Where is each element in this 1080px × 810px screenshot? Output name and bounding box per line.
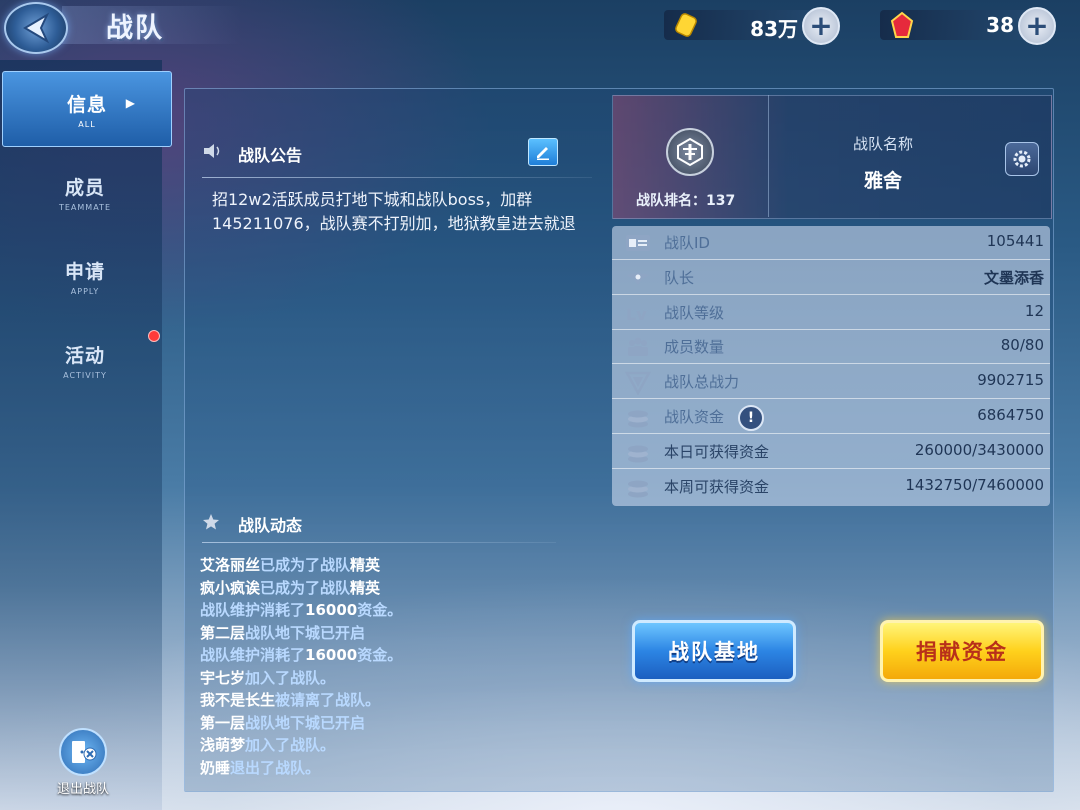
team-stat-label: 队长 xyxy=(664,268,695,287)
activity-entry: 奶睡退出了战队。 xyxy=(200,758,321,777)
team-stat-row: Lv 战队等级 12 xyxy=(612,296,1050,330)
team-stat-label: 本日可获得资金 xyxy=(664,442,770,461)
play-arrow-icon: ▶ xyxy=(125,96,135,110)
power-icon xyxy=(624,371,652,396)
add-gold-button[interactable]: + xyxy=(802,7,840,45)
notice-divider xyxy=(202,177,592,178)
activity-log: 艾洛丽丝已成为了战队精英 疯小疯诶已成为了战队精英 战队维护消耗了16000资金… xyxy=(200,554,590,779)
tab-apply-label: 申请 xyxy=(64,261,105,283)
red-gem-icon xyxy=(890,11,914,38)
team-stat-value: 105441 xyxy=(986,232,1044,250)
team-name-label: 战队名称 xyxy=(852,135,913,153)
team-stat-label: 本周可获得资金 xyxy=(664,477,770,496)
card-divider xyxy=(768,95,769,217)
donate-funds-button[interactable]: 捐献资金 xyxy=(880,620,1044,682)
members-icon xyxy=(628,337,648,357)
back-button[interactable] xyxy=(4,2,68,54)
activity-entry: 浅萌梦加入了战队。 xyxy=(200,736,336,754)
coins-icon xyxy=(628,445,648,463)
tab-teammate-sublabel: TEAMMATE xyxy=(58,203,111,212)
exit-door-icon xyxy=(59,728,107,776)
activity-divider xyxy=(202,542,556,543)
team-stat-row: 队长 文墨添香 xyxy=(612,261,1050,295)
team-stat-label: 战队总战力 xyxy=(664,373,740,392)
gem-counter: 38 + xyxy=(880,7,1056,45)
team-rank: 战队排名：137 xyxy=(636,190,735,210)
notice-heading: 战队公告 xyxy=(238,146,303,165)
team-stat-row: 本周可获得资金 1432750/7460000 xyxy=(612,470,1050,504)
edit-notice-button[interactable] xyxy=(528,138,558,166)
exit-team-label: 退出战队 xyxy=(56,782,109,797)
exit-team-button[interactable]: 退出战队 xyxy=(48,728,118,797)
gold-counter: 83万 + xyxy=(664,7,840,45)
team-stat-value: 80/80 xyxy=(1000,336,1044,355)
team-rank-value: 137 xyxy=(706,193,736,209)
gear-icon xyxy=(1013,150,1031,168)
team-emblem-icon xyxy=(666,128,714,176)
team-stat-label: 战队资金 xyxy=(664,408,725,426)
team-stat-value: 6864750 xyxy=(977,406,1044,424)
tab-teammate[interactable]: 成员 TEAMMATE xyxy=(0,155,170,229)
tab-apply[interactable]: 申请 APPLY xyxy=(0,239,170,313)
team-name-value: 雅舍 xyxy=(863,170,902,192)
team-stat-value: 文墨添香 xyxy=(983,268,1044,287)
team-stat-label: 战队等级 xyxy=(664,303,725,322)
activity-entry: 战队维护消耗了16000资金。 xyxy=(200,646,403,664)
team-stat-row: 成员数量 80/80 xyxy=(612,330,1050,365)
pencil-icon xyxy=(537,147,549,160)
activity-entry: 艾洛丽丝已成为了战队精英 xyxy=(200,556,381,574)
team-stat-value: 260000/3430000 xyxy=(914,440,1044,459)
activity-entry: 疯小疯诶已成为了战队精英 xyxy=(200,578,381,597)
level-icon: Lv xyxy=(626,305,647,324)
team-stat-value: 9902715 xyxy=(977,371,1044,390)
star-icon xyxy=(203,514,219,530)
tab-activity[interactable]: 活动 ACTIVITY xyxy=(0,323,170,397)
captain-wings-icon xyxy=(626,272,650,285)
notice-text: 招12w2活跃成员打地下城和战队boss，加群145211076，战队赛不打别加… xyxy=(212,190,576,233)
notification-dot xyxy=(148,330,160,342)
activity-entry: 我不是长生被请离了战队。 xyxy=(200,691,381,709)
team-stat-label: 战队ID xyxy=(664,234,710,252)
gem-value: 38 xyxy=(986,13,1014,37)
team-stat-label: 成员数量 xyxy=(664,338,725,357)
team-stat-row: 战队资金! 6864750 xyxy=(612,400,1050,434)
funds-warning-icon[interactable]: ! xyxy=(738,405,764,431)
team-stat-value: 12 xyxy=(1024,301,1044,320)
activity-entry: 战队维护消耗了16000资金。 xyxy=(200,601,403,619)
tab-teammate-label: 成员 xyxy=(64,177,105,199)
add-gems-button[interactable]: + xyxy=(1018,7,1056,45)
tab-info[interactable]: 信息 ALL ▶ xyxy=(2,71,172,147)
team-rank-label: 战队排名： xyxy=(636,193,706,209)
tab-apply-sublabel: APPLY xyxy=(70,287,100,296)
coins-icon xyxy=(628,480,648,498)
activity-entry: 第二层战队地下城已开启 xyxy=(200,623,366,642)
activity-entry: 第一层战队地下城已开启 xyxy=(200,713,366,732)
team-settings-button[interactable] xyxy=(1005,142,1039,176)
team-stat-row: 战队ID 105441 xyxy=(612,226,1050,260)
gold-bar-icon xyxy=(675,13,697,37)
tab-info-sublabel: ALL xyxy=(78,120,96,129)
gold-value: 83万 xyxy=(750,17,798,41)
back-arrow-icon xyxy=(23,12,50,44)
tab-activity-label: 活动 xyxy=(64,345,105,367)
tab-activity-sublabel: ACTIVITY xyxy=(63,371,107,380)
activity-entry: 宇七岁加入了战队。 xyxy=(200,668,336,687)
tab-info-label: 信息 xyxy=(66,94,107,116)
team-stat-value: 1432750/7460000 xyxy=(905,475,1044,494)
team-base-button[interactable]: 战队基地 xyxy=(632,620,796,682)
svg-text:Lv: Lv xyxy=(626,305,647,324)
coins-icon xyxy=(628,410,648,428)
page-title: 战队 xyxy=(106,13,164,44)
id-card-icon xyxy=(626,235,650,251)
team-stat-row: 本日可获得资金 260000/3430000 xyxy=(612,435,1050,469)
activity-heading: 战队动态 xyxy=(238,516,303,535)
speaker-icon xyxy=(204,144,220,158)
team-stat-row: 战队总战力 9902715 xyxy=(612,365,1050,400)
